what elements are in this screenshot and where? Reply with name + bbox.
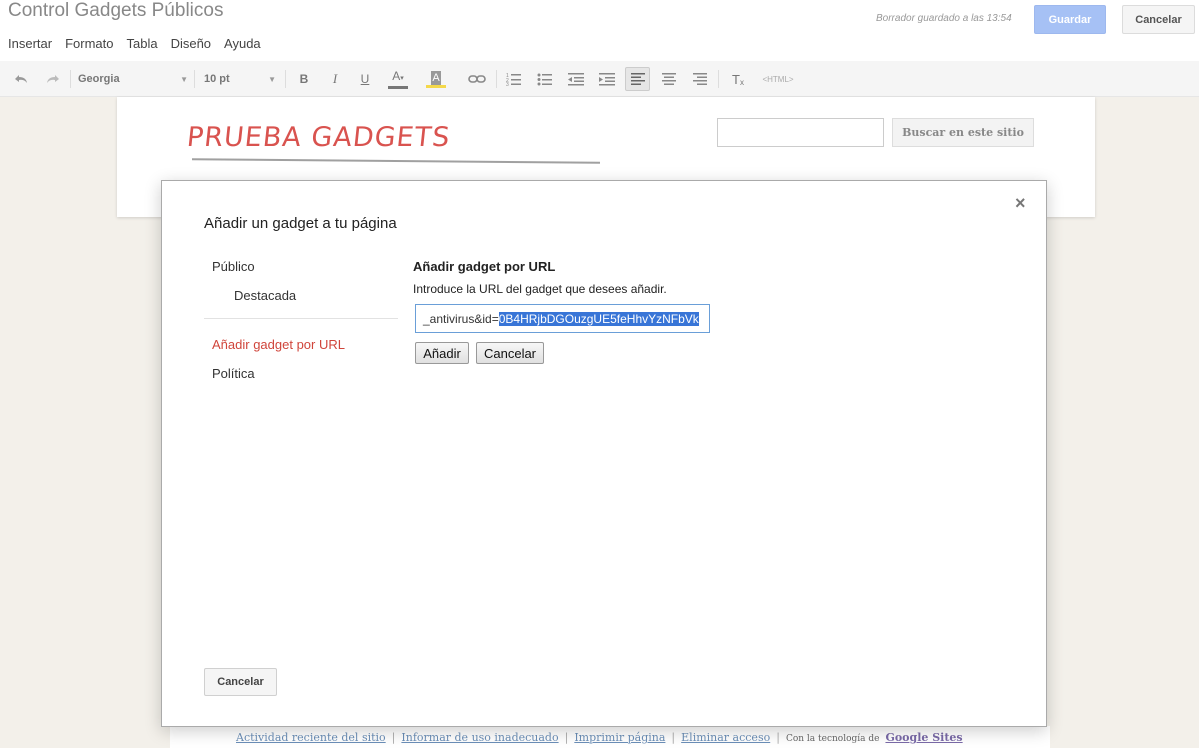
url-value-prefix: _antivirus&id=	[423, 311, 499, 326]
dialog-cancel-button[interactable]: Cancelar	[204, 668, 277, 696]
footer-link-print[interactable]: Imprimir página	[574, 731, 665, 744]
footer-separator: |	[776, 731, 780, 744]
undo-icon[interactable]	[10, 67, 32, 91]
text-color-icon[interactable]: A▾	[384, 67, 412, 91]
redo-icon[interactable]	[42, 67, 64, 91]
link-icon[interactable]	[465, 67, 489, 91]
highlight-icon[interactable]: A	[422, 67, 450, 91]
outdent-icon[interactable]	[565, 67, 587, 91]
site-title: PRUEBA GADGETS	[185, 122, 452, 153]
footer-link-remove-access[interactable]: Eliminar acceso	[681, 731, 770, 744]
font-dropdown[interactable]: Georgia ▼	[78, 67, 188, 91]
footer-separator: |	[671, 731, 676, 744]
google-sites-link[interactable]: Google Sites	[885, 731, 962, 744]
panel-instruction: Introduce la URL del gadget que desees a…	[413, 282, 667, 296]
page-title: Control Gadgets Públicos	[8, 0, 224, 21]
font-value: Georgia	[78, 73, 120, 85]
gadget-url-input[interactable]: _antivirus&id= 0B4HRjbDGOuzgUE5feHhvYzNFb…	[415, 304, 710, 333]
category-publico[interactable]: Público	[212, 259, 255, 274]
menu-bar: Insertar Formato Tabla Diseño Ayuda	[8, 36, 261, 51]
menu-item-tabla[interactable]: Tabla	[126, 36, 157, 51]
bold-icon[interactable]: B	[293, 67, 315, 91]
panel-heading: Añadir gadget por URL	[413, 259, 556, 274]
close-icon[interactable]: ×	[1015, 193, 1026, 214]
svg-text:3: 3	[506, 82, 509, 86]
save-button[interactable]: Guardar	[1034, 5, 1106, 34]
underline-icon[interactable]: U	[354, 67, 376, 91]
url-value-selected: 0B4HRjbDGOuzgUE5feHhvYzNFbVk	[498, 311, 699, 326]
footer-link-activity[interactable]: Actividad reciente del sitio	[236, 731, 386, 744]
size-dropdown[interactable]: 10 pt ▼	[204, 67, 276, 91]
align-center-icon[interactable]	[658, 67, 680, 91]
html-button[interactable]: <HTML>	[757, 67, 799, 91]
draft-status: Borrador guardado a las 13:54	[876, 13, 1012, 24]
toolbar-divider	[718, 70, 719, 88]
footer-separator: |	[564, 731, 569, 744]
align-right-icon[interactable]	[689, 67, 711, 91]
menu-item-formato[interactable]: Formato	[65, 36, 113, 51]
toolbar-divider	[285, 70, 286, 88]
menu-item-ayuda[interactable]: Ayuda	[224, 36, 261, 51]
clear-format-icon[interactable]: Tx	[727, 67, 749, 91]
footer-links: Actividad reciente del sitio | Informar de…	[236, 731, 963, 744]
dialog-title: Añadir un gadget a tu página	[204, 215, 397, 232]
formatting-toolbar: Georgia ▼ 10 pt ▼ B I U A▾ A 123 Tx <HTML>	[0, 61, 1199, 97]
cancel-button[interactable]: Cancelar	[1122, 5, 1195, 34]
category-divider	[204, 318, 398, 319]
footer-link-report[interactable]: Informar de uso inadecuado	[401, 731, 558, 744]
size-value: 10 pt	[204, 73, 230, 85]
align-left-icon[interactable]	[625, 67, 650, 91]
bulleted-list-icon[interactable]	[534, 67, 556, 91]
site-search-button[interactable]: Buscar en este sitio	[892, 118, 1034, 147]
footer-separator: |	[391, 731, 396, 744]
chevron-down-icon: ▼	[268, 74, 276, 84]
powered-by-label: Con la tecnología de	[785, 734, 880, 744]
top-bar: Control Gadgets Públicos Borrador guarda…	[0, 0, 1199, 61]
chevron-down-icon: ▼	[180, 74, 188, 84]
italic-icon[interactable]: I	[324, 67, 346, 91]
category-politica[interactable]: Política	[212, 366, 255, 381]
toolbar-divider	[496, 70, 497, 88]
category-add-by-url[interactable]: Añadir gadget por URL	[212, 337, 345, 352]
indent-icon[interactable]	[596, 67, 618, 91]
menu-item-diseno[interactable]: Diseño	[171, 36, 211, 51]
toolbar-divider	[70, 70, 71, 88]
menu-item-insertar[interactable]: Insertar	[8, 36, 52, 51]
numbered-list-icon[interactable]: 123	[503, 67, 525, 91]
add-gadget-button[interactable]: Añadir	[415, 342, 469, 364]
toolbar-divider	[194, 70, 195, 88]
cancel-url-button[interactable]: Cancelar	[476, 342, 544, 364]
add-gadget-dialog: Añadir un gadget a tu página × Público D…	[161, 180, 1047, 727]
category-destacada[interactable]: Destacada	[234, 288, 296, 303]
site-search-input[interactable]	[717, 118, 884, 147]
